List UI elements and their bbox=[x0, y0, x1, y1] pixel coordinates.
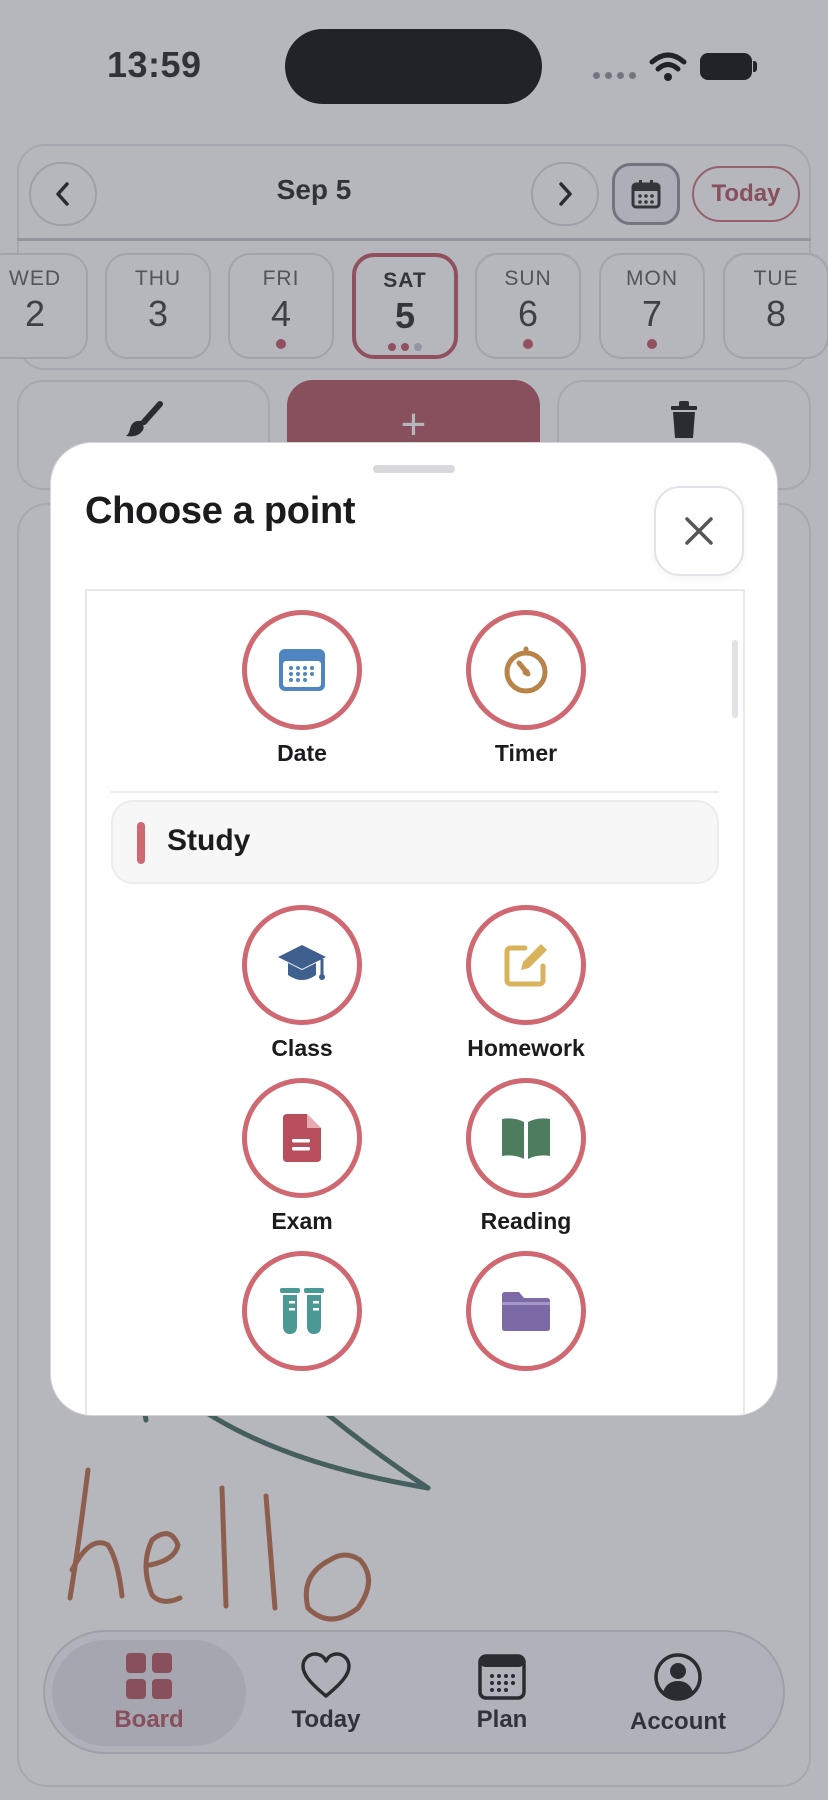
calendar-icon bbox=[279, 649, 325, 691]
point-icon-ring bbox=[242, 905, 362, 1025]
timer-icon bbox=[504, 646, 548, 694]
point-icon-ring bbox=[242, 1251, 362, 1371]
graduation-cap-icon bbox=[278, 945, 326, 980]
point-reading[interactable]: Reading bbox=[436, 1078, 616, 1235]
point-icon-ring bbox=[242, 610, 362, 730]
point-list[interactable] bbox=[85, 589, 745, 1415]
point-icon-ring bbox=[242, 1078, 362, 1198]
book-icon bbox=[502, 1118, 550, 1159]
test-tubes-icon bbox=[280, 1288, 324, 1334]
point-label: Timer bbox=[494, 740, 558, 766]
point-icon-ring bbox=[466, 905, 586, 1025]
pencil-square-icon bbox=[504, 944, 547, 987]
close-icon bbox=[685, 517, 713, 545]
close-button[interactable] bbox=[654, 486, 744, 576]
point-project[interactable] bbox=[436, 1251, 616, 1381]
point-homework[interactable]: Homework bbox=[436, 905, 616, 1062]
point-icon-ring bbox=[466, 610, 586, 730]
section-header-study[interactable]: Study bbox=[111, 800, 719, 884]
sheet-title: Choose a point bbox=[85, 490, 356, 532]
folder-icon bbox=[502, 1292, 550, 1331]
point-date[interactable]: Date bbox=[212, 610, 392, 767]
point-label: Class bbox=[271, 1035, 333, 1061]
point-class[interactable]: Class bbox=[212, 905, 392, 1062]
point-label: Exam bbox=[271, 1208, 333, 1234]
point-icon-ring bbox=[466, 1078, 586, 1198]
point-timer[interactable]: Timer bbox=[436, 610, 616, 767]
scrollbar[interactable] bbox=[732, 640, 738, 718]
choose-point-sheet: Choose a point Date Timer Study Class Ho… bbox=[50, 442, 778, 1416]
document-icon bbox=[283, 1114, 321, 1162]
section-accent-bar bbox=[137, 822, 145, 864]
point-icon-ring bbox=[466, 1251, 586, 1371]
point-exam[interactable]: Exam bbox=[212, 1078, 392, 1235]
sheet-grabber[interactable] bbox=[373, 465, 455, 473]
point-lab[interactable] bbox=[212, 1251, 392, 1381]
section-divider bbox=[111, 791, 719, 793]
point-label: Homework bbox=[467, 1035, 585, 1061]
point-label: Reading bbox=[480, 1208, 572, 1234]
section-title: Study bbox=[167, 824, 251, 857]
point-label: Date bbox=[277, 740, 327, 766]
